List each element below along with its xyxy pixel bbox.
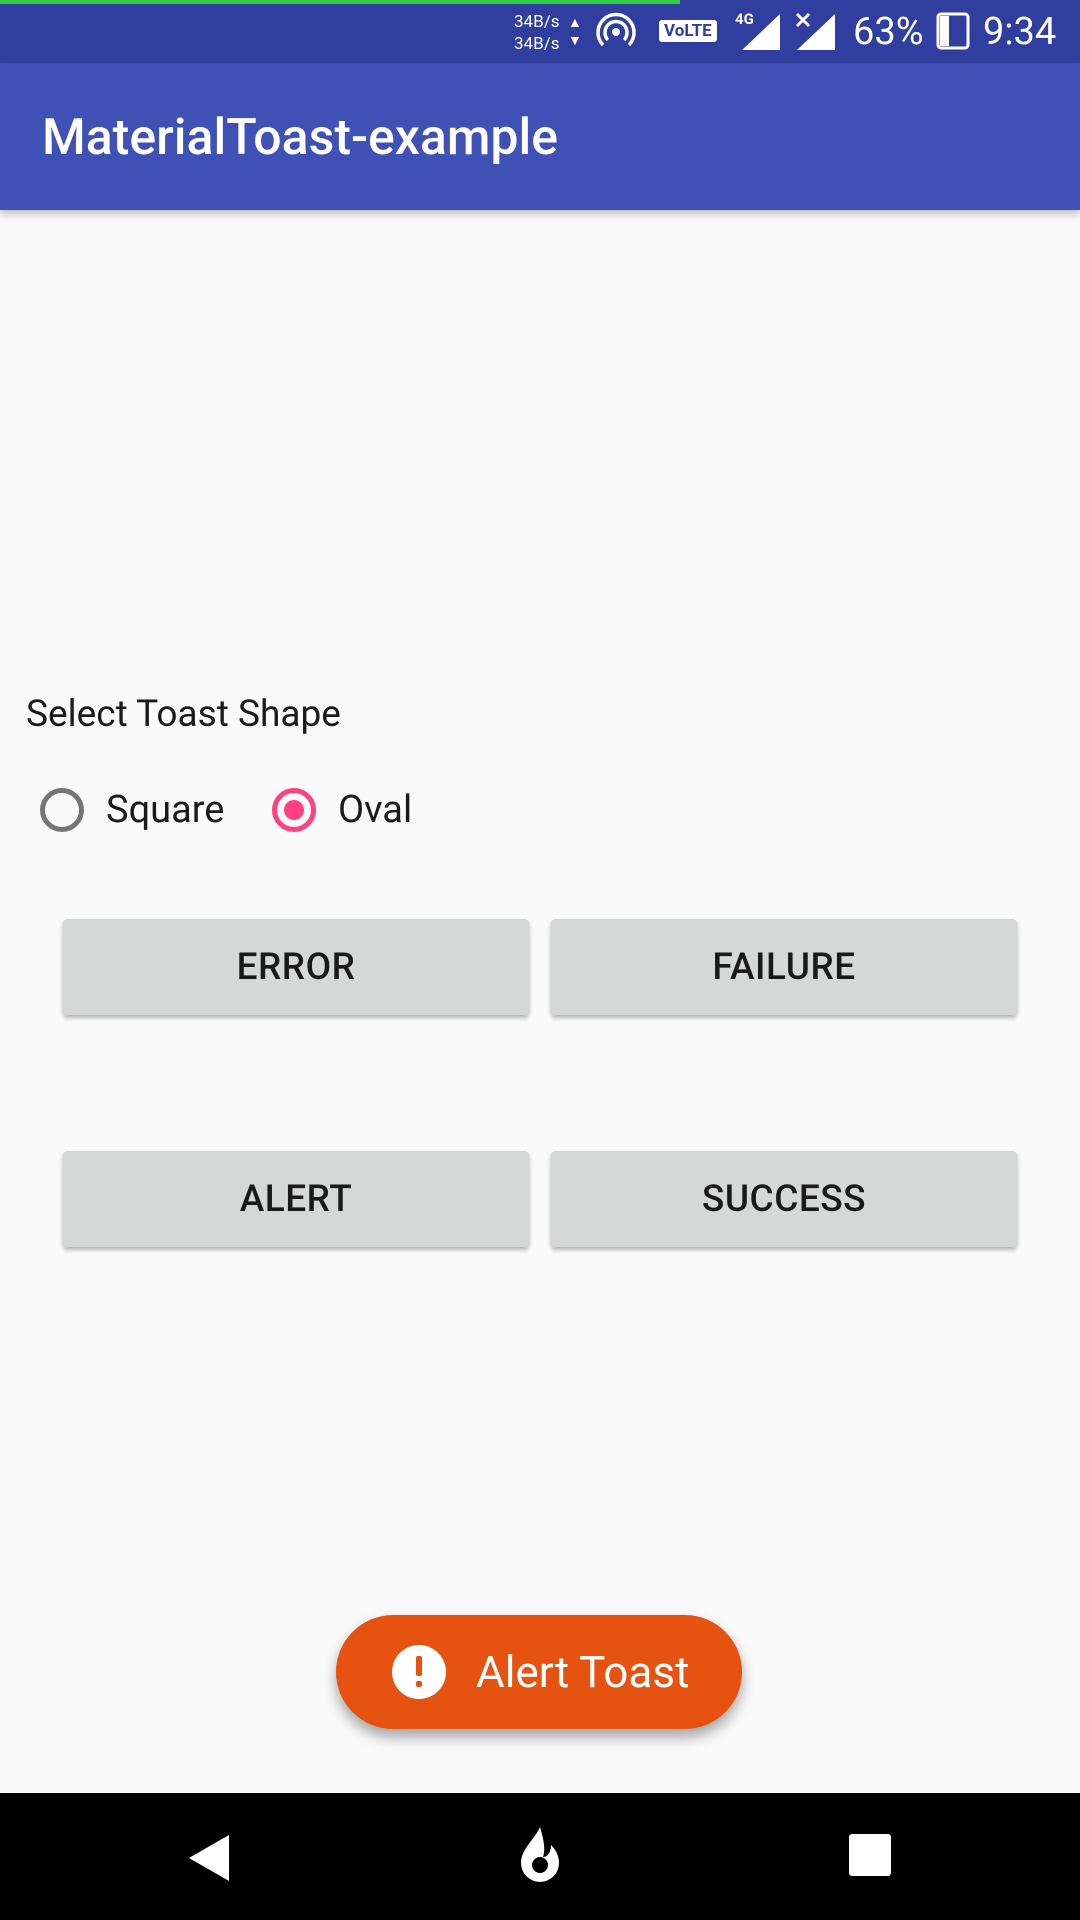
- success-button[interactable]: SUCCESS: [551, 1151, 1017, 1247]
- battery-percent: 63%: [853, 10, 924, 54]
- app-title: MaterialToast-example: [42, 109, 559, 167]
- alert-toast: Alert Toast: [336, 1615, 742, 1729]
- net-arrows-icon: ▲ ▼: [568, 15, 582, 49]
- failure-button[interactable]: FAILURE: [551, 919, 1017, 1015]
- exclamation-icon: [392, 1645, 446, 1699]
- radio-oval-label: Oval: [338, 788, 413, 832]
- error-button[interactable]: ERROR: [63, 919, 529, 1015]
- radio-square-label: Square: [106, 788, 225, 832]
- home-icon[interactable]: [515, 1825, 565, 1885]
- volte-badge: VoLTE: [659, 20, 717, 42]
- hotspot-icon: [596, 12, 636, 47]
- radio-square-circle[interactable]: [40, 788, 84, 832]
- radio-oval[interactable]: Oval: [272, 782, 412, 838]
- net-speed-up: 34B/s: [514, 12, 560, 32]
- radio-square[interactable]: Square: [40, 782, 224, 838]
- back-icon[interactable]: [185, 1833, 231, 1883]
- status-time: 9:34: [983, 10, 1057, 54]
- shape-selector-label: Select Toast Shape: [26, 693, 341, 736]
- signal-icon: [742, 14, 780, 50]
- recents-icon[interactable]: [849, 1834, 891, 1876]
- alert-button[interactable]: ALERT: [63, 1151, 529, 1247]
- status-bar: 34B/s 34B/s ▲ ▼ VoLTE 4G 63% 9:34: [0, 0, 1080, 63]
- toast-text: Alert Toast: [476, 1646, 690, 1698]
- navigation-bar: [0, 1793, 1080, 1920]
- battery-icon: [936, 12, 970, 50]
- radio-oval-circle[interactable]: [272, 788, 316, 832]
- signal-no-sim-icon: [795, 12, 835, 50]
- app-bar: MaterialToast-example: [0, 63, 1080, 210]
- status-progress-bar: [0, 0, 680, 4]
- net-speed-down: 34B/s: [514, 34, 560, 54]
- network-speed: 34B/s 34B/s: [514, 11, 560, 55]
